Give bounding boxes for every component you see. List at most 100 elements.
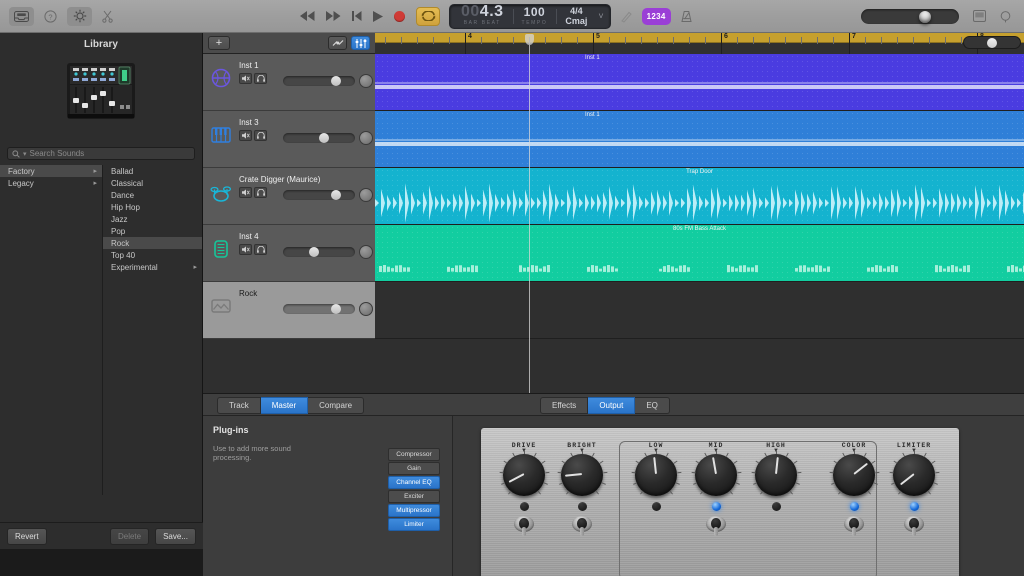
pan-knob-3[interactable] [359, 245, 373, 259]
plugin-slot-4[interactable]: Multipressor [388, 504, 440, 517]
library-subcategory-0[interactable]: Ballad [103, 165, 202, 177]
region-1[interactable]: Inst 1 [375, 111, 1024, 167]
volume-slider-1[interactable] [283, 133, 355, 143]
track-header-2[interactable]: Crate Digger (Maurice) [203, 168, 375, 225]
pan-knob-0[interactable] [359, 74, 373, 88]
library-toggle-icon[interactable] [9, 6, 34, 26]
knob-mid[interactable] [691, 450, 741, 496]
library-subcategory-2[interactable]: Dance [103, 189, 202, 201]
smart-controls-icon[interactable] [67, 6, 92, 26]
plugin-slot-1[interactable]: Gain [388, 462, 440, 475]
count-in-badge[interactable]: 1234 [641, 7, 671, 25]
automation-button[interactable] [328, 36, 347, 50]
editor-tab-eq[interactable]: EQ [635, 397, 670, 414]
toggle-color[interactable] [844, 514, 864, 536]
playhead-handle[interactable] [525, 34, 534, 45]
library-subcategory-7[interactable]: Top 40 [103, 249, 202, 261]
pan-knob-2[interactable] [359, 188, 373, 202]
headphones-button-0[interactable] [254, 73, 267, 84]
volume-slider-knob-3[interactable] [309, 247, 319, 257]
volume-slider-4[interactable] [283, 304, 355, 314]
toggle-mid[interactable] [706, 514, 726, 536]
track-header-3[interactable]: Inst 4 [203, 225, 375, 282]
pan-knob-1[interactable] [359, 131, 373, 145]
note-pad-icon[interactable] [973, 10, 986, 23]
knob-bright[interactable] [557, 450, 607, 496]
volume-slider-knob-2[interactable] [331, 190, 341, 200]
editor-tab-compare[interactable]: Compare [308, 397, 365, 414]
knob-high[interactable] [751, 450, 801, 496]
go-to-beginning-button[interactable] [352, 11, 362, 21]
fast-forward-button[interactable] [326, 11, 341, 21]
master-volume-slider[interactable] [861, 8, 959, 24]
playhead[interactable] [525, 34, 534, 394]
editor-tab-effects[interactable]: Effects [540, 397, 589, 414]
track-header-0[interactable]: Inst 1 [203, 54, 375, 111]
track-header-1[interactable]: Inst 3 [203, 111, 375, 168]
track-lane-4[interactable] [375, 282, 1024, 339]
plugin-slot-2[interactable]: Channel EQ [388, 476, 440, 489]
track-lane-2[interactable]: Trap Door [375, 168, 1024, 225]
track-name-3[interactable]: Inst 4 [239, 232, 259, 241]
tuner-icon[interactable] [620, 10, 633, 23]
play-button[interactable] [373, 10, 383, 22]
region-2[interactable]: Trap Door [375, 168, 1024, 224]
region-0[interactable]: Inst 1 [375, 54, 1024, 110]
track-name-2[interactable]: Crate Digger (Maurice) [239, 175, 320, 184]
master-volume-knob[interactable] [919, 11, 931, 23]
volume-slider-3[interactable] [283, 247, 355, 257]
headphones-button-2[interactable] [254, 187, 267, 198]
add-track-button[interactable]: + [208, 36, 230, 50]
volume-slider-knob-1[interactable] [319, 133, 329, 143]
library-category-0[interactable]: Factory ▸ [0, 165, 102, 177]
cycle-region[interactable] [375, 33, 1024, 43]
plugin-slot-3[interactable]: Exciter [388, 490, 440, 503]
library-subcategory-4[interactable]: Jazz [103, 213, 202, 225]
library-subcategory-5[interactable]: Pop [103, 225, 202, 237]
editor-tab-track[interactable]: Track [217, 397, 261, 414]
plugin-slot-5[interactable]: Limiter [388, 518, 440, 531]
lcd-signature[interactable]: 4/4 Cmaj [556, 5, 596, 28]
track-header-4[interactable]: Rock [203, 282, 375, 339]
cycle-button[interactable] [416, 6, 440, 26]
track-name-1[interactable]: Inst 3 [239, 118, 259, 127]
library-subcategory-8[interactable]: Experimental ▸ [103, 261, 202, 273]
save-button[interactable]: Save... [155, 527, 196, 545]
search-sounds-field[interactable]: ▾ Search Sounds [7, 147, 195, 160]
loop-browser-icon[interactable] [999, 10, 1012, 23]
timeline-ruler[interactable]: 45678 [375, 33, 1024, 54]
volume-slider-knob-4[interactable] [331, 304, 341, 314]
editor-tab-master[interactable]: Master [260, 397, 309, 414]
editor-tab-output[interactable]: Output [588, 397, 636, 414]
volume-slider-knob-0[interactable] [331, 76, 341, 86]
revert-button[interactable]: Revert [7, 527, 47, 545]
lcd-display[interactable]: 004.3 BAR BEAT 100 TEMPO 4/4 Cmaj ˅ [449, 3, 611, 29]
zoom-slider-knob[interactable] [987, 38, 997, 48]
library-subcategory-1[interactable]: Classical [103, 177, 202, 189]
zoom-slider[interactable] [963, 36, 1021, 49]
library-subcategory-6[interactable]: Rock [103, 237, 202, 249]
help-icon[interactable]: ? [44, 9, 57, 23]
mute-button-1[interactable] [239, 130, 252, 141]
toggle-bright[interactable] [572, 514, 592, 536]
mute-button-3[interactable] [239, 244, 252, 255]
headphones-button-1[interactable] [254, 130, 267, 141]
volume-slider-2[interactable] [283, 190, 355, 200]
library-subcategory-3[interactable]: Hip Hop [103, 201, 202, 213]
plugin-slot-0[interactable]: Compressor [388, 448, 440, 461]
rewind-button[interactable] [300, 11, 315, 21]
knob-limiter[interactable] [889, 450, 939, 496]
library-category-1[interactable]: Legacy ▸ [0, 177, 102, 189]
toggle-limiter[interactable] [904, 514, 924, 536]
mute-button-2[interactable] [239, 187, 252, 198]
record-button[interactable] [394, 10, 405, 22]
empty-arrange-area[interactable] [375, 339, 1024, 393]
search-chevron-down-icon[interactable]: ▾ [23, 150, 27, 158]
knob-drive[interactable] [499, 450, 549, 496]
mute-button-0[interactable] [239, 73, 252, 84]
track-controls-button[interactable] [351, 36, 370, 50]
track-lane-1[interactable]: Inst 1 [375, 111, 1024, 168]
lcd-tempo[interactable]: 100 TEMPO [512, 5, 557, 28]
toggle-drive[interactable] [514, 514, 534, 536]
track-name-0[interactable]: Inst 1 [239, 61, 259, 70]
